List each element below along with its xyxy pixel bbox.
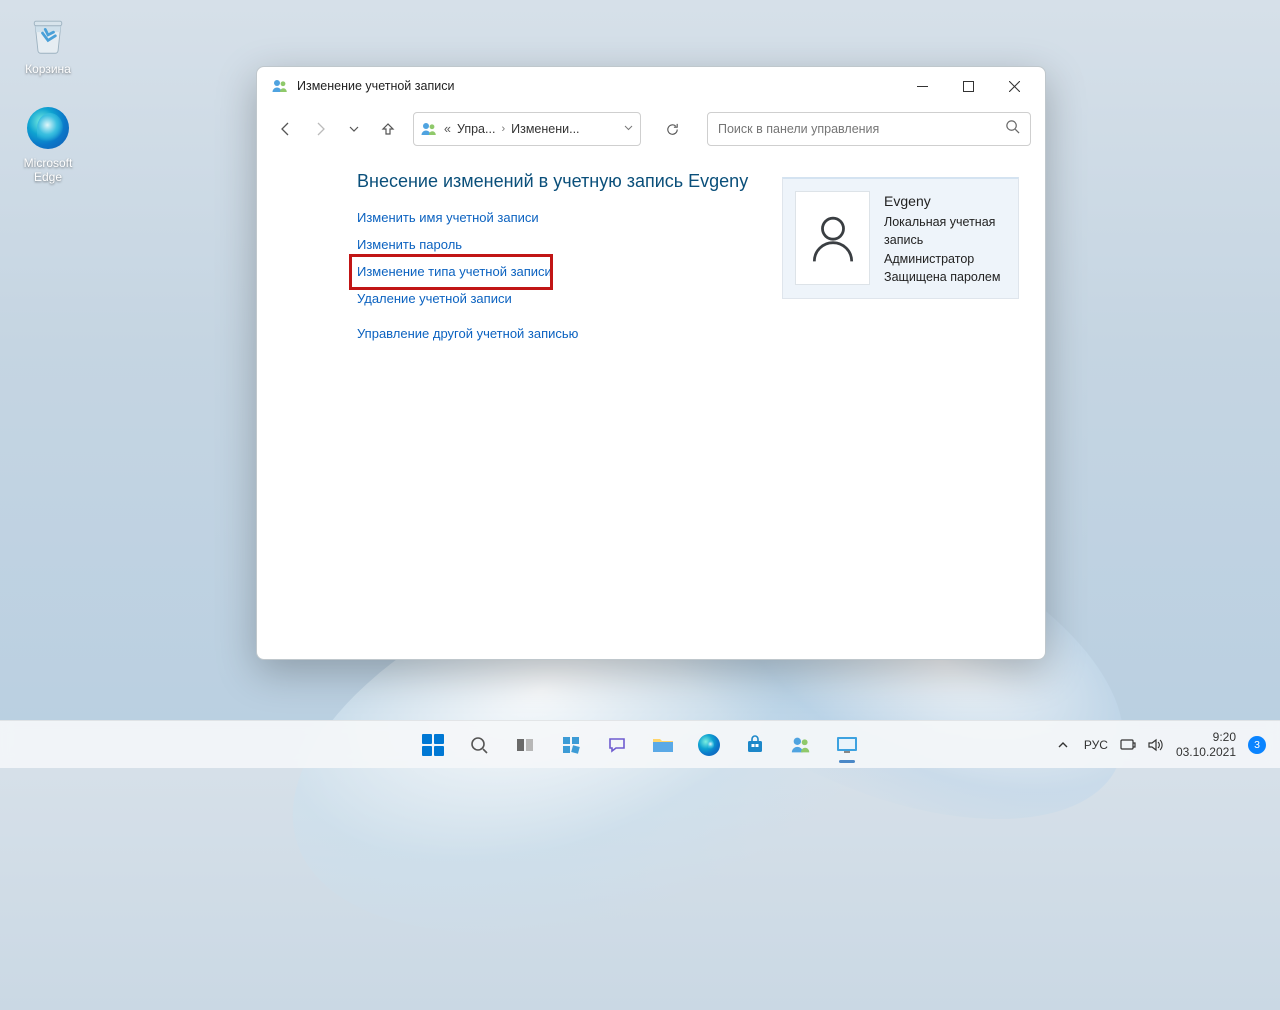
task-view[interactable] [505, 725, 545, 765]
search-box[interactable] [707, 112, 1031, 146]
taskbar-user-accounts[interactable] [781, 725, 821, 765]
account-role: Администратор [884, 250, 1006, 268]
breadcrumb-segment[interactable]: Упра... [457, 122, 495, 136]
refresh-button[interactable] [657, 114, 687, 144]
taskbar-chat[interactable] [597, 725, 637, 765]
titlebar: Изменение учетной записи [257, 67, 1045, 105]
page-heading: Внесение изменений в учетную запись Evge… [357, 171, 748, 192]
link-manage-other-account[interactable]: Управление другой учетной записью [357, 326, 748, 341]
search-icon [1005, 119, 1020, 139]
breadcrumb-bar[interactable]: « Упра... › Изменени... [413, 112, 641, 146]
widgets[interactable] [551, 725, 591, 765]
forward-button[interactable] [305, 114, 335, 144]
avatar-icon [795, 191, 870, 285]
action-list: Изменить имя учетной записи Изменить пар… [357, 210, 748, 341]
recycle-bin-icon [24, 10, 72, 58]
breadcrumb-segment[interactable]: Изменени... [511, 122, 579, 136]
volume-icon[interactable] [1147, 736, 1164, 753]
account-type: Локальная учетная запись [884, 213, 1006, 249]
link-change-account-type[interactable]: Изменение типа учетной записи [357, 264, 552, 279]
recycle-bin-label: Корзина [8, 62, 88, 76]
taskbar-control-panel[interactable] [827, 725, 867, 765]
breadcrumb-dropdown[interactable] [623, 122, 634, 136]
back-button[interactable] [271, 114, 301, 144]
up-button[interactable] [373, 114, 403, 144]
microsoft-edge[interactable]: Microsoft Edge [8, 104, 88, 184]
link-rename-account[interactable]: Изменить имя учетной записи [357, 210, 748, 225]
minimize-button[interactable] [899, 71, 945, 101]
windows-icon [422, 734, 444, 756]
clock-time: 9:20 [1176, 730, 1236, 744]
clock[interactable]: 9:20 03.10.2021 [1176, 730, 1236, 759]
window-title: Изменение учетной записи [297, 79, 454, 93]
notification-badge[interactable]: 3 [1248, 736, 1266, 754]
account-name: Evgeny [884, 191, 1006, 211]
tray-overflow[interactable] [1055, 736, 1072, 753]
close-button[interactable] [991, 71, 1037, 101]
taskbar-edge[interactable] [689, 725, 729, 765]
taskbar: РУС 9:20 03.10.2021 3 [0, 720, 1280, 768]
users-icon [271, 77, 289, 95]
taskbar-search[interactable] [459, 725, 499, 765]
nav-toolbar: « Упра... › Изменени... [257, 105, 1045, 153]
account-card[interactable]: Evgeny Локальная учетная запись Админист… [782, 177, 1019, 299]
clock-date: 03.10.2021 [1176, 745, 1236, 759]
recycle-bin[interactable]: Корзина [8, 10, 88, 76]
account-password-status: Защищена паролем [884, 268, 1006, 286]
taskbar-explorer[interactable] [643, 725, 683, 765]
users-icon [420, 120, 438, 138]
chevron-right-icon: › [501, 123, 505, 135]
maximize-button[interactable] [945, 71, 991, 101]
search-input[interactable] [718, 122, 1005, 136]
taskbar-store[interactable] [735, 725, 775, 765]
system-tray: РУС 9:20 03.10.2021 3 [1055, 730, 1280, 759]
edge-label: Microsoft Edge [8, 156, 88, 184]
input-language[interactable]: РУС [1084, 738, 1108, 752]
edge-icon [24, 104, 72, 152]
link-delete-account[interactable]: Удаление учетной записи [357, 291, 748, 306]
start-button[interactable] [413, 725, 453, 765]
control-panel-window: Изменение учетной записи « Упра... › Изм… [256, 66, 1046, 660]
network-icon[interactable] [1120, 736, 1137, 753]
link-change-password[interactable]: Изменить пароль [357, 237, 748, 252]
recent-dropdown[interactable] [339, 114, 369, 144]
